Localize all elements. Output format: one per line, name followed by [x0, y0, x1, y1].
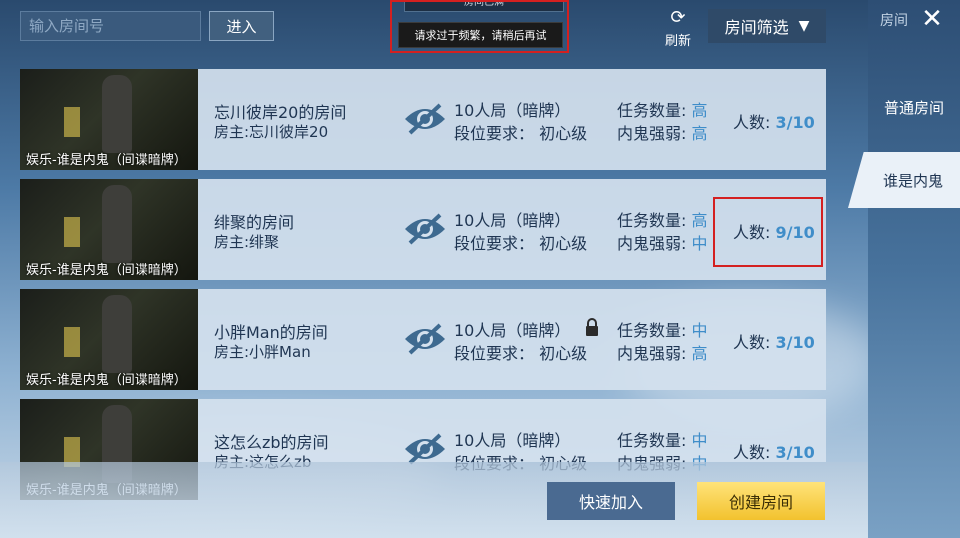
rank-label: 段位要求： — [454, 124, 535, 143]
impostor-value: 高 — [691, 344, 708, 363]
room-number-input[interactable] — [20, 11, 201, 41]
task-label: 任务数量: — [617, 101, 687, 120]
room-mode-label: 娱乐-谁是内鬼（间谍暗牌） — [26, 373, 187, 388]
task-label: 任务数量: — [617, 431, 687, 450]
tab-who-is-spy[interactable]: 谁是内鬼 — [848, 152, 960, 208]
room-host: 房主:小胖Man — [214, 343, 311, 361]
impostor-strength: 内鬼强弱: 中 — [617, 230, 708, 254]
thumbnail-light — [64, 107, 80, 137]
chevron-down-icon: ▼ — [798, 18, 810, 34]
hidden-eye-icon — [405, 323, 445, 355]
task-count: 任务数量: 高 — [617, 97, 708, 121]
tab-normal-room[interactable]: 普通房间 — [868, 80, 960, 134]
impostor-value: 高 — [691, 124, 708, 143]
room-name: 忘川彼岸20的房间 — [214, 103, 347, 122]
create-room-button[interactable]: 创建房间 — [697, 482, 825, 520]
toast-highlight-box — [390, 0, 569, 53]
impostor-label: 内鬼强弱: — [617, 124, 687, 143]
rank-requirement: 段位要求： 初心级 — [454, 120, 587, 144]
players-value: 3/10 — [775, 113, 815, 132]
enter-room-button[interactable]: 进入 — [209, 11, 274, 41]
rank-requirement: 段位要求： 初心级 — [454, 230, 587, 254]
thumbnail-figure — [102, 185, 132, 263]
task-count: 任务数量: 中 — [617, 427, 708, 451]
room-card[interactable]: 娱乐-谁是内鬼（间谍暗牌） 绯聚的房间 房主:绯聚 10人局（暗牌） 段位要求：… — [20, 179, 826, 280]
task-count: 任务数量: 高 — [617, 207, 708, 231]
rank-value: 初心级 — [539, 344, 588, 363]
rank-label: 段位要求： — [454, 344, 535, 363]
room-thumbnail: 娱乐-谁是内鬼（间谍暗牌） — [20, 289, 198, 390]
player-count: 人数: 3/10 — [733, 329, 815, 353]
room-card[interactable]: 娱乐-谁是内鬼（间谍暗牌） 忘川彼岸20的房间 房主:忘川彼岸20 10人局（暗… — [20, 69, 826, 170]
refresh-label: 刷新 — [664, 34, 691, 49]
rank-label: 段位要求： — [454, 234, 535, 253]
refresh-icon: ⟳ — [670, 7, 686, 28]
room-thumbnail: 娱乐-谁是内鬼（间谍暗牌） — [20, 179, 198, 280]
room-name: 这怎么zb的房间 — [214, 433, 329, 452]
room-name: 绯聚的房间 — [214, 213, 295, 232]
room-format: 10人局（暗牌） — [454, 211, 571, 230]
players-value: 3/10 — [775, 443, 815, 462]
impostor-strength: 内鬼强弱: 高 — [617, 120, 708, 144]
top-bar: 进入 房间已满 请求过于频繁，请稍后再试 ⟳ 刷新 房间筛选 ▼ — [0, 0, 868, 56]
players-highlight-box — [713, 197, 823, 267]
impostor-value: 中 — [691, 234, 708, 253]
hidden-eye-icon — [405, 103, 445, 135]
task-value: 中 — [691, 431, 708, 450]
room-name: 小胖Man的房间 — [214, 323, 328, 342]
sidebar-header: 房间 — [880, 13, 908, 29]
room-card[interactable]: 娱乐-谁是内鬼（间谍暗牌） 小胖Man的房间 房主:小胖Man 10人局（暗牌）… — [20, 289, 826, 390]
lock-icon — [586, 318, 598, 336]
room-filter-label: 房间筛选 — [724, 18, 789, 37]
thumbnail-light — [64, 327, 80, 357]
task-value: 中 — [691, 321, 708, 340]
player-count: 人数: 3/10 — [733, 109, 815, 133]
room-host: 房主:绯聚 — [214, 233, 280, 251]
players-label: 人数: — [733, 113, 771, 132]
players-value: 3/10 — [775, 333, 815, 352]
thumbnail-light — [64, 217, 80, 247]
quick-join-button[interactable]: 快速加入 — [547, 482, 675, 520]
task-label: 任务数量: — [617, 321, 687, 340]
hidden-eye-icon — [405, 213, 445, 245]
players-label: 人数: — [733, 443, 771, 462]
room-format: 10人局（暗牌） — [454, 321, 571, 340]
task-value: 高 — [691, 211, 708, 230]
rank-value: 初心级 — [539, 124, 588, 143]
room-thumbnail: 娱乐-谁是内鬼（间谍暗牌） — [20, 69, 198, 170]
hidden-eye-icon — [405, 433, 445, 465]
room-host: 房主:忘川彼岸20 — [214, 123, 329, 141]
room-format: 10人局（暗牌） — [454, 431, 571, 450]
room-mode-label: 娱乐-谁是内鬼（间谍暗牌） — [26, 153, 187, 168]
room-mode-label: 娱乐-谁是内鬼（间谍暗牌） — [26, 263, 187, 278]
task-count: 任务数量: 中 — [617, 317, 708, 341]
task-label: 任务数量: — [617, 211, 687, 230]
room-format: 10人局（暗牌） — [454, 101, 571, 120]
room-filter-dropdown[interactable]: 房间筛选 ▼ — [708, 9, 826, 43]
thumbnail-figure — [102, 75, 132, 153]
player-count: 人数: 3/10 — [733, 439, 815, 463]
task-value: 高 — [691, 101, 708, 120]
rank-value: 初心级 — [539, 234, 588, 253]
rank-requirement: 段位要求： 初心级 — [454, 340, 587, 364]
impostor-label: 内鬼强弱: — [617, 234, 687, 253]
thumbnail-figure — [102, 295, 132, 373]
refresh-button[interactable]: ⟳ 刷新 — [658, 7, 698, 50]
close-icon[interactable]: ✕ — [914, 5, 950, 33]
players-label: 人数: — [733, 333, 771, 352]
impostor-strength: 内鬼强弱: 高 — [617, 340, 708, 364]
room-card[interactable]: 娱乐-谁是内鬼（间谍暗牌） 这怎么zb的房间 房主:这怎么zb 10人局（暗牌）… — [20, 399, 826, 500]
impostor-label: 内鬼强弱: — [617, 344, 687, 363]
